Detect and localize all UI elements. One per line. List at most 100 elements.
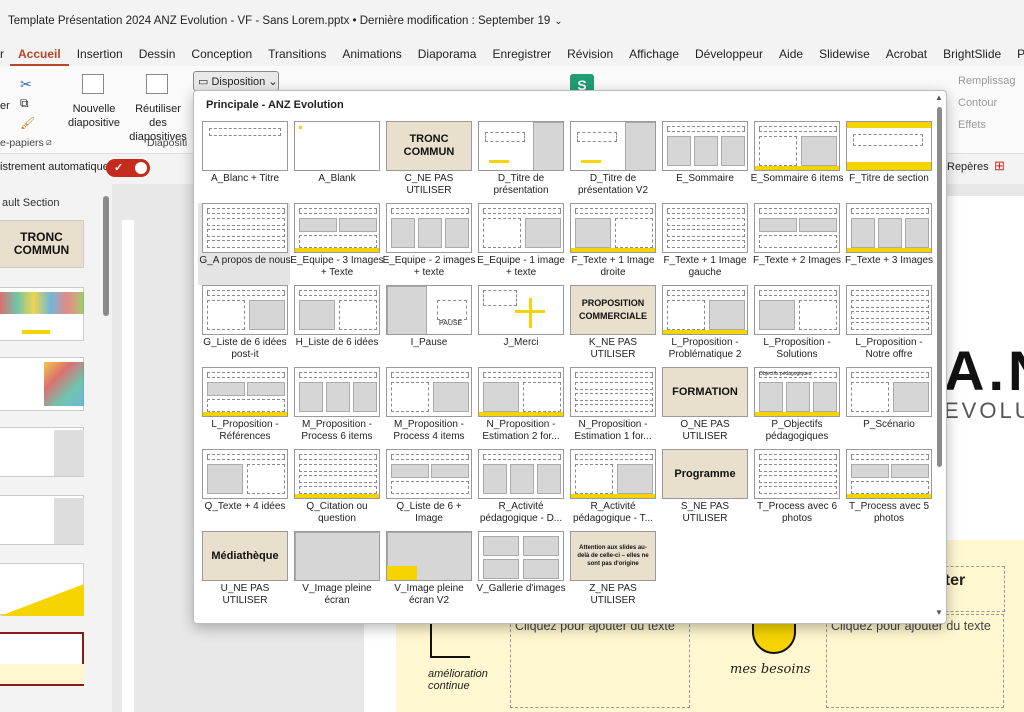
chevron-down-icon[interactable]: ⌄ — [554, 16, 562, 27]
layout-option[interactable]: F_Texte + 3 Images — [842, 203, 934, 285]
contour-button[interactable]: Contour — [958, 97, 997, 109]
layout-option[interactable]: G_A propos de nous — [198, 203, 291, 285]
tab-transitions[interactable]: Transitions — [260, 42, 334, 66]
layout-option[interactable]: E_Equipe - 2 images + texte — [382, 203, 475, 285]
slide-thumbnail[interactable]: TRONC COMMUN — [0, 220, 84, 268]
layout-thumbnail: PROPOSITION COMMERCIALE — [570, 285, 656, 335]
layout-option[interactable]: A_Blank — [290, 121, 382, 203]
layout-option[interactable]: Attention aux slides au-delà de celle-ci… — [566, 531, 658, 613]
layout-option[interactable]: T_Process avec 6 photos — [750, 449, 842, 531]
tab-brightslide[interactable]: BrightSlide — [935, 42, 1009, 66]
disposition-button[interactable]: ▭ Disposition ⌄ — [193, 71, 279, 91]
scissors-icon[interactable]: ✂ — [20, 76, 32, 93]
placeholder-shape — [479, 412, 563, 416]
layout-option[interactable]: TRONC COMMUN C_NE PAS UTILISER — [382, 121, 474, 203]
slide-thumbnail[interactable] — [0, 287, 84, 341]
tab-diaporama[interactable]: Diaporama — [410, 42, 485, 66]
layout-option[interactable]: Objectifs pédagogiques P_Objectifs pédago… — [750, 367, 842, 449]
section-label[interactable]: ault Section — [2, 197, 59, 209]
autosave-toggle[interactable] — [106, 159, 150, 177]
layout-option[interactable]: N_Proposition - Estimation 1 for... — [566, 367, 658, 449]
tab-dessin[interactable]: Dessin — [131, 42, 184, 66]
layout-option[interactable]: Q_Citation ou question — [290, 449, 382, 531]
tab-aide[interactable]: Aide — [771, 42, 811, 66]
slide-thumbnail[interactable] — [0, 357, 84, 411]
tab-slidewise[interactable]: Slidewise — [811, 42, 878, 66]
slide-thumbnail-selected[interactable] — [0, 632, 84, 686]
layout-option[interactable]: A_Blanc + Titre — [198, 121, 290, 203]
scroll-down-icon[interactable]: ▼ — [935, 608, 943, 617]
layout-option[interactable]: F_Titre de section — [842, 121, 934, 203]
tab-enregistrer[interactable]: Enregistrer — [484, 42, 559, 66]
layout-option[interactable]: L_Proposition - Références — [198, 367, 290, 449]
paste-label[interactable]: er — [0, 100, 10, 112]
layout-option[interactable]: R_Activité pédagogique - T... — [566, 449, 658, 531]
layout-option[interactable]: E_Equipe - 1 image + texte — [474, 203, 566, 285]
layout-option[interactable]: Programme S_NE PAS UTILISER — [658, 449, 750, 531]
layout-option[interactable]: M_Proposition - Process 4 items — [382, 367, 474, 449]
reperes-button[interactable]: Repères — [947, 161, 989, 173]
layout-option[interactable]: E_Equipe - 3 Images + Texte — [290, 203, 384, 285]
layout-option[interactable]: J_Merci — [474, 285, 566, 367]
layout-option[interactable]: Q_Liste de 6 + Image — [382, 449, 474, 531]
slide-thumbnail[interactable] — [0, 427, 84, 477]
scroll-up-icon[interactable]: ▲ — [935, 93, 943, 102]
window-title[interactable]: Template Présentation 2024 ANZ Evolution… — [8, 15, 550, 27]
placeholder-shape — [299, 290, 377, 296]
remplissage-button[interactable]: Remplissag — [958, 75, 1015, 87]
tab-animations[interactable]: Animations — [334, 42, 409, 66]
gallery-scroll-thumb[interactable] — [937, 107, 942, 467]
slide-thumbnail[interactable] — [0, 495, 84, 545]
layout-option[interactable]: G_Liste de 6 idées post-it — [198, 285, 290, 367]
layout-option[interactable]: F_Texte + 1 Image droite — [566, 203, 658, 285]
grid-icon[interactable]: ⊞ — [994, 158, 1005, 174]
effets-button[interactable]: Effets — [958, 119, 986, 131]
dialog-launcher-icon[interactable]: ⧄ — [46, 137, 52, 148]
layout-option[interactable]: T_Process avec 5 photos — [842, 449, 934, 531]
text-placeholder-1[interactable]: Cliquez pour ajouter du texte — [510, 614, 690, 708]
text-placeholder-2[interactable]: Cliquez pour ajouter du texte — [826, 614, 1004, 708]
thumbnails-scrollbar[interactable] — [103, 196, 109, 316]
layout-option[interactable]: D_Titre de présentation — [474, 121, 566, 203]
layout-option[interactable]: L_Proposition - Notre offre — [842, 285, 934, 367]
layout-option[interactable]: M_Proposition - Process 6 items — [290, 367, 382, 449]
layout-option[interactable]: Médiathèque U_NE PAS UTILISER — [198, 531, 290, 613]
layout-option[interactable]: FORMATION O_NE PAS UTILISER — [658, 367, 750, 449]
placeholder-shape — [249, 300, 285, 330]
layout-option[interactable]: P_Scénario — [842, 367, 934, 449]
tab-developpeur[interactable]: Développeur — [687, 42, 771, 66]
layout-option[interactable]: V_Image pleine écran V2 — [382, 531, 474, 613]
tab-conception[interactable]: Conception — [183, 42, 260, 66]
layout-option[interactable]: V_Image pleine écran — [290, 531, 382, 613]
placeholder-shape — [207, 290, 285, 296]
new-slide-icon[interactable] — [82, 74, 104, 94]
layout-option[interactable]: L_Proposition - Solutions — [750, 285, 842, 367]
new-slide-button[interactable]: Nouvelle diapositive — [66, 102, 122, 130]
layout-option[interactable]: F_Texte + 2 Images — [750, 203, 842, 285]
reuse-slides-icon[interactable] — [146, 74, 168, 94]
layout-option[interactable]: F_Texte + 1 Image gauche — [658, 203, 750, 285]
copy-icon[interactable]: ⧉ — [20, 96, 29, 111]
placeholder-shape — [799, 218, 837, 232]
layout-option[interactable]: D_Titre de présentation V2 — [566, 121, 658, 203]
tab-pptools[interactable]: PPTools — [1009, 42, 1024, 66]
layout-option[interactable]: R_Activité pédagogique - D... — [474, 449, 566, 531]
layout-option[interactable]: Q_Texte + 4 idées — [198, 449, 290, 531]
layout-option[interactable]: V_Gallerie d'images — [474, 531, 566, 613]
layout-option[interactable]: PROPOSITION COMMERCIALE K_NE PAS UTILISER — [566, 285, 658, 367]
slide-thumbnail[interactable] — [0, 563, 84, 616]
tab-fichier[interactable]: r — [0, 42, 10, 66]
placeholder-shape — [207, 300, 245, 330]
format-painter-icon[interactable]: 🖌 — [20, 116, 35, 130]
layout-option[interactable]: N_Proposition - Estimation 2 for... — [474, 367, 566, 449]
layout-option[interactable]: E_Sommaire — [658, 121, 750, 203]
layout-option[interactable]: E_Sommaire 6 items — [750, 121, 843, 203]
tab-revision[interactable]: Révision — [559, 42, 621, 66]
layout-option[interactable]: L_Proposition - Problématique 2 — [658, 285, 750, 367]
tab-insertion[interactable]: Insertion — [69, 42, 131, 66]
tab-acrobat[interactable]: Acrobat — [878, 42, 935, 66]
tab-affichage[interactable]: Affichage — [621, 42, 687, 66]
layout-option[interactable]: PAUSE I_Pause — [382, 285, 474, 367]
tab-accueil[interactable]: Accueil — [10, 42, 69, 66]
layout-option[interactable]: H_Liste de 6 idées — [290, 285, 382, 367]
